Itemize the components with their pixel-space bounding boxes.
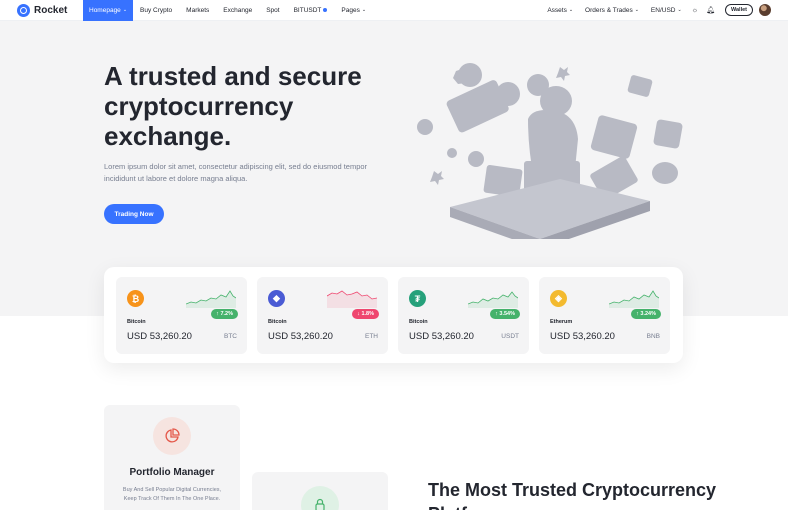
nav-item-spot[interactable]: Spot: [259, 0, 286, 21]
lock-icon: [301, 486, 339, 510]
chevron-down-icon: ⌄: [634, 7, 639, 13]
ticker-item-eth[interactable]: ◆ ↓ 1.8% Bitcoin USD 53,260.20 ETH: [257, 277, 388, 354]
bitcoin-icon: ₿: [127, 290, 144, 307]
change-badge: ↑ 3.54%: [490, 309, 520, 319]
feature-title: Portfolio Manager: [129, 467, 215, 478]
ticker-item-usdt[interactable]: ₮ ↑ 3.54% Bitcoin USD 53,260.20 USDT: [398, 277, 529, 354]
wallet-button[interactable]: Wallet: [725, 4, 753, 16]
change-badge: ↑ 7.2%: [211, 309, 238, 319]
nav-item-bitusdt[interactable]: BITUSDT: [287, 0, 335, 21]
sparkline-chart: [327, 290, 377, 308]
tether-icon: ₮: [409, 290, 426, 307]
sparkline-chart: [186, 290, 236, 308]
coin-name: Bitcoin: [127, 319, 146, 325]
hero-title: A trusted and secure cryptocurrency exch…: [104, 61, 362, 151]
ticker-item-btc[interactable]: ₿ ↑ 7.2% Bitcoin USD 53,260.20 BTC: [116, 277, 247, 354]
coin-price: USD 53,260.20: [409, 331, 474, 342]
pie-chart-icon: [153, 417, 191, 455]
sparkline-chart: [468, 291, 518, 308]
chevron-down-icon: ⌄: [677, 7, 682, 13]
feature-description: Buy And Sell Popular Digital Currencies,…: [122, 487, 222, 502]
chevron-down-icon: ⌄: [361, 7, 367, 13]
live-dot-icon: [323, 8, 328, 12]
right-menu: Assets ⌄ Orders & Trades ⌄ EN/USD ⌄ ☼ 🔔︎ Wa…: [541, 0, 788, 21]
nav-item-exchange[interactable]: Exchange: [216, 0, 259, 21]
nav-item-homepage[interactable]: Homepage ⌄: [83, 0, 134, 21]
coin-name: Etherum: [550, 319, 573, 325]
market-ticker-card: ₿ ↑ 7.2% Bitcoin USD 53,260.20 BTC ◆ ↓ 1…: [104, 267, 683, 363]
ticker-item-bnb[interactable]: ◈ ↑ 3.24% Etherum USD 53,260.20 BNB: [539, 277, 670, 354]
avatar[interactable]: [759, 4, 771, 16]
nav-item-buy-crypto[interactable]: Buy Crypto: [133, 0, 179, 21]
locale-dropdown[interactable]: EN/USD ⌄: [645, 7, 688, 14]
feature-card-secure[interactable]: [252, 472, 388, 510]
coin-name: Bitcoin: [268, 319, 287, 325]
section-title: The Most Trusted Cryptocurrency Platform: [428, 480, 717, 510]
coin-symbol: ETH: [365, 333, 378, 340]
coin-price: USD 53,260.20: [268, 331, 333, 342]
nav-item-markets[interactable]: Markets: [179, 0, 216, 21]
coin-symbol: BTC: [224, 333, 237, 340]
coin-symbol: BNB: [646, 333, 660, 340]
hero-description: Lorem ipsum dolor sit amet, consectetur …: [104, 162, 368, 183]
sun-icon[interactable]: ☼: [688, 7, 702, 14]
coin-price: USD 53,260.20: [550, 331, 615, 342]
chevron-down-icon: ⌄: [122, 7, 128, 13]
feature-card-portfolio[interactable]: Portfolio Manager Buy And Sell Popular D…: [104, 405, 240, 510]
bell-icon[interactable]: 🔔︎: [702, 6, 719, 14]
change-badge: ↑ 3.24%: [631, 309, 661, 319]
trading-now-button[interactable]: Trading Now: [104, 204, 164, 224]
hero-illustration: [417, 63, 683, 239]
chevron-down-icon: ⌄: [568, 7, 574, 13]
coin-price: USD 53,260.20: [127, 331, 192, 342]
change-badge: ↓ 1.8%: [352, 309, 379, 319]
binance-coin-icon: ◈: [550, 290, 567, 307]
ethereum-icon: ◆: [268, 290, 285, 307]
top-navbar: Rocket Homepage ⌄ Buy Crypto Markets Exch…: [0, 0, 788, 21]
sparkline-chart: [609, 290, 659, 308]
nav-item-pages[interactable]: Pages ⌄: [334, 0, 373, 21]
coin-symbol: USDT: [501, 333, 519, 340]
brand-name: Rocket: [34, 4, 68, 16]
main-menu: Homepage ⌄ Buy Crypto Markets Exchange Sp…: [83, 0, 373, 21]
brand-logo-link[interactable]: Rocket: [17, 3, 83, 17]
assets-dropdown[interactable]: Assets ⌄: [541, 7, 579, 14]
orders-trades-dropdown[interactable]: Orders & Trades ⌄: [579, 7, 645, 14]
rocket-logo-icon: [17, 3, 30, 17]
coin-name: Bitcoin: [409, 319, 428, 325]
